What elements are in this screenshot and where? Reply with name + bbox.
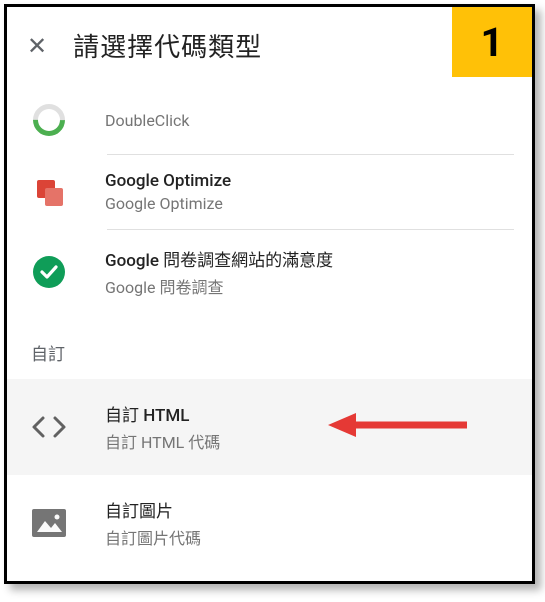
item-subtitle: 自訂圖片代碼 [105, 525, 512, 549]
check-circle-icon [31, 254, 67, 290]
item-title: 自訂 HTML [105, 401, 512, 426]
optimize-icon [31, 174, 67, 210]
tag-type-custom-html[interactable]: 自訂 HTML 自訂 HTML 代碼 [7, 379, 532, 475]
item-title: Google 問卷調查網站的滿意度 [105, 246, 512, 271]
section-header-custom: 自訂 [7, 314, 532, 379]
code-icon [31, 409, 67, 445]
dialog-title: 請選擇代碼類型 [73, 27, 262, 64]
item-subtitle: 自訂 HTML 代碼 [105, 429, 512, 453]
tag-type-custom-image[interactable]: 自訂圖片 自訂圖片代碼 [7, 475, 532, 565]
item-title: Google Optimize [105, 171, 512, 191]
close-icon[interactable]: ✕ [27, 34, 47, 58]
tag-type-google-surveys[interactable]: Google 問卷調查網站的滿意度 Google 問卷調查 [7, 230, 532, 314]
tag-type-doubleclick[interactable]: DoubleClick [7, 86, 532, 154]
image-icon [31, 505, 67, 541]
tag-type-google-optimize[interactable]: Google Optimize Google Optimize [7, 155, 532, 229]
item-title: 自訂圖片 [105, 497, 512, 522]
item-subtitle: DoubleClick [105, 111, 512, 130]
doubleclick-icon [31, 102, 67, 138]
item-subtitle: Google 問卷調查 [105, 274, 512, 298]
dialog-header: ✕ 請選擇代碼類型 [7, 7, 532, 86]
item-subtitle: Google Optimize [105, 194, 512, 213]
